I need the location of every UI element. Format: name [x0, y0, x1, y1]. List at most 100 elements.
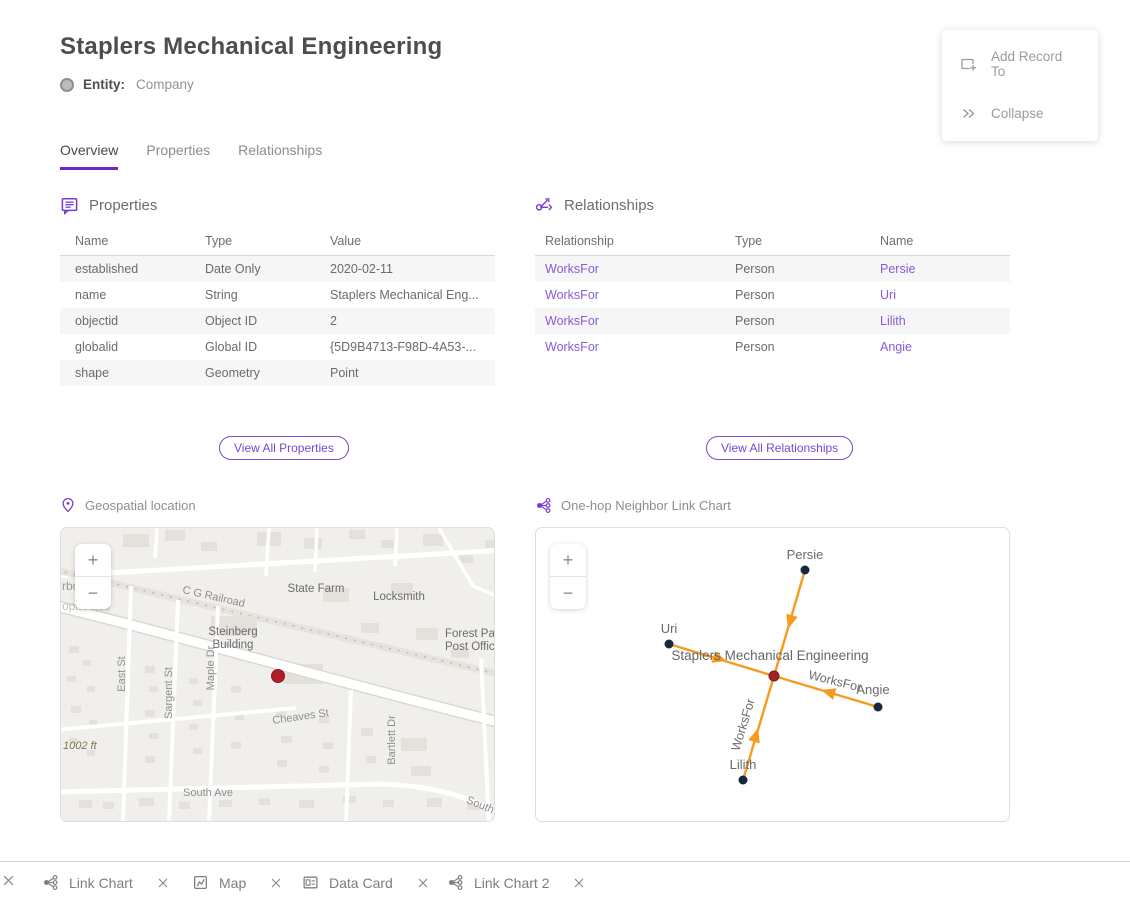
bottom-tab-label: Link Chart — [69, 875, 133, 891]
relationship-link[interactable]: WorksFor — [535, 288, 725, 302]
svg-text:Maple Dr: Maple Dr — [205, 645, 217, 690]
table-row: name String Staplers Mechanical Eng... — [60, 282, 495, 308]
view-all-properties-button[interactable]: View All Properties — [219, 436, 349, 460]
svg-text:East St: East St — [116, 656, 128, 691]
svg-text:Persie: Persie — [787, 547, 824, 562]
entity-type-icon — [60, 78, 74, 92]
bottom-tab-link-chart[interactable]: Link Chart — [42, 862, 169, 903]
close-icon[interactable] — [2, 874, 15, 892]
linkchart-panel[interactable]: + − WorksFor WorksFor — [535, 527, 1010, 822]
add-record-icon — [960, 56, 977, 73]
entity-type-value: Company — [136, 77, 194, 92]
link-chart-icon — [447, 874, 464, 891]
linkchart-canvas[interactable]: WorksFor WorksFor Persie Uri Angie Lilit… — [536, 528, 1009, 821]
svg-text:South Ave: South Ave — [183, 787, 233, 799]
menu-item-collapse[interactable]: Collapse — [942, 92, 1098, 135]
data-card-page: Staplers Mechanical Engineering Entity: … — [0, 0, 1130, 903]
table-row: objectid Object ID 2 — [60, 308, 495, 334]
map-canvas[interactable]: rbour opaedics C G Railroad State Farm L… — [61, 528, 495, 822]
prop-type: Global ID — [190, 340, 315, 354]
close-icon[interactable] — [270, 877, 282, 889]
node-lilith[interactable] — [739, 776, 748, 785]
entity-link[interactable]: Uri — [870, 288, 1010, 302]
prop-type: String — [190, 288, 315, 302]
properties-table: Name Type Value established Date Only 20… — [60, 227, 495, 386]
entity-link[interactable]: Persie — [870, 262, 1010, 276]
svg-text:Locksmith: Locksmith — [373, 591, 425, 603]
map-scale-label: 1002 ft — [63, 740, 98, 752]
tab-relationships[interactable]: Relationships — [238, 142, 322, 170]
svg-text:Uri: Uri — [661, 621, 678, 636]
relationship-link[interactable]: WorksFor — [535, 314, 725, 328]
linkchart-zoom-out-button[interactable]: − — [550, 577, 586, 609]
relationships-table: Relationship Type Name WorksFor Person P… — [535, 227, 1010, 360]
relationships-section-title: Relationships — [564, 197, 654, 214]
svg-text:State Farm: State Farm — [288, 583, 345, 595]
location-pin-icon — [60, 497, 76, 513]
bottom-tab-label: Link Chart 2 — [474, 875, 549, 891]
center-node-label: Staplers Mechanical Engineering — [671, 648, 868, 663]
svg-text:Lilith: Lilith — [730, 757, 757, 772]
linkchart-zoom-in-button[interactable]: + — [550, 544, 586, 576]
table-row: shape Geometry Point — [60, 360, 495, 386]
entity-label: Entity: — [83, 77, 125, 92]
column-header: Name — [870, 234, 1010, 248]
bottom-tab-label: Data Card — [329, 875, 393, 891]
linkchart-zoom-control: + − — [550, 544, 586, 609]
prop-name: established — [60, 262, 190, 276]
relationship-link[interactable]: WorksFor — [535, 262, 725, 276]
table-row: WorksFor Person Persie — [535, 256, 1010, 282]
map-zoom-out-button[interactable]: − — [75, 577, 111, 609]
relationships-section-header: Relationships — [535, 196, 654, 215]
node-angie[interactable] — [874, 703, 883, 712]
close-icon[interactable] — [417, 877, 429, 889]
prop-type: Object ID — [190, 314, 315, 328]
properties-icon — [60, 196, 79, 215]
column-header: Name — [60, 234, 190, 248]
tab-bar: Overview Properties Relationships — [60, 142, 350, 170]
view-all-relationships-button[interactable]: View All Relationships — [706, 436, 853, 460]
map-point-marker[interactable] — [272, 670, 285, 683]
svg-text:Bartlett Dr: Bartlett Dr — [386, 715, 398, 765]
menu-item-add-record-to[interactable]: Add Record To — [942, 36, 1098, 92]
close-icon[interactable] — [157, 877, 169, 889]
svg-text:Steinberg: Steinberg — [208, 626, 257, 638]
bottom-tab-label: Map — [219, 875, 246, 891]
table-row: globalid Global ID {5D9B4713-F98D-4A53-.… — [60, 334, 495, 360]
prop-value: Point — [315, 366, 495, 380]
relationship-link[interactable]: WorksFor — [535, 340, 725, 354]
map-zoom-control: + − — [75, 544, 111, 609]
node-center-company[interactable] — [769, 671, 779, 681]
close-icon[interactable] — [573, 877, 585, 889]
entity-row: Entity: Company — [60, 77, 194, 92]
menu-item-label: Add Record To — [991, 49, 1080, 79]
table-row: WorksFor Person Lilith — [535, 308, 1010, 334]
bottom-tab-link-chart-2[interactable]: Link Chart 2 — [447, 862, 585, 903]
prop-name: objectid — [60, 314, 190, 328]
svg-text:Post Offic: Post Offic — [445, 641, 495, 653]
table-row: WorksFor Person Angie — [535, 334, 1010, 360]
tab-overview[interactable]: Overview — [60, 142, 118, 170]
map-icon — [192, 874, 209, 891]
entity-link[interactable]: Angie — [870, 340, 1010, 354]
bottom-tab-data-card[interactable]: Data Card — [302, 862, 429, 903]
collapse-icon — [960, 105, 977, 122]
bottom-tab-map[interactable]: Map — [192, 862, 282, 903]
node-persie[interactable] — [801, 566, 810, 575]
prop-name: name — [60, 288, 190, 302]
svg-text:Sargent St: Sargent St — [163, 667, 175, 719]
link-chart-icon — [42, 874, 59, 891]
tab-properties[interactable]: Properties — [146, 142, 210, 170]
map-zoom-in-button[interactable]: + — [75, 544, 111, 576]
svg-text:Angie: Angie — [856, 682, 889, 697]
prop-name: shape — [60, 366, 190, 380]
properties-section-title: Properties — [89, 197, 157, 214]
column-header: Type — [725, 234, 870, 248]
column-header: Type — [190, 234, 315, 248]
link-chart-icon — [535, 497, 552, 514]
map-panel[interactable]: + − — [60, 527, 495, 822]
menu-item-label: Collapse — [991, 106, 1044, 121]
entity-link[interactable]: Lilith — [870, 314, 1010, 328]
node-labels: Persie Uri Angie Lilith Staplers Mechani… — [661, 547, 890, 772]
context-menu: Add Record To Collapse — [942, 30, 1098, 141]
